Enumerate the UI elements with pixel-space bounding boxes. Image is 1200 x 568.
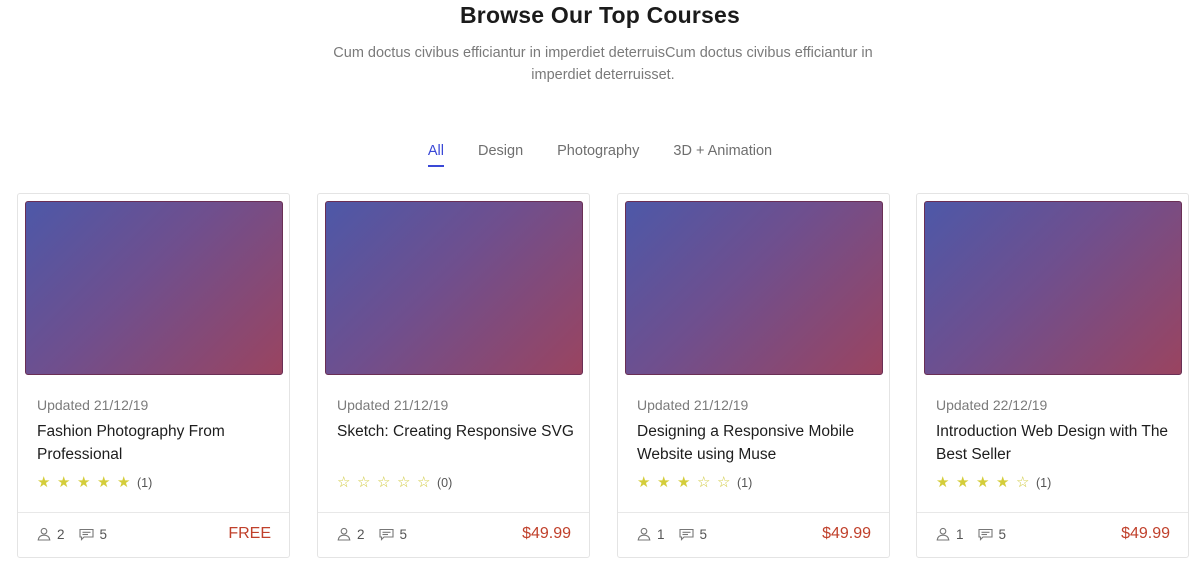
star-icon: ☆ — [397, 474, 411, 491]
card-footer: 1 5 $49.99 — [637, 525, 871, 543]
star-icon: ☆ — [337, 474, 351, 491]
star-icon: ☆ — [1016, 474, 1030, 491]
star-icon: ★ — [57, 474, 71, 491]
comments-count: 5 — [699, 526, 708, 542]
star-icon: ☆ — [377, 474, 391, 491]
comment-icon — [378, 528, 394, 541]
updated-date: Updated 21/12/19 — [337, 397, 449, 413]
rating: ★ ★ ★ ★ ★ (1) — [37, 475, 152, 491]
course-card[interactable]: Updated 21/12/19 Sketch: Creating Respon… — [317, 193, 590, 558]
comments-meta: 5 — [378, 526, 422, 542]
star-icon: ★ — [117, 474, 131, 491]
course-price: $49.99 — [1121, 525, 1170, 542]
course-title[interactable]: Designing a Responsive Mobile Website us… — [637, 420, 877, 466]
card-footer: 2 5 $49.99 — [337, 525, 571, 543]
students-count: 2 — [357, 526, 365, 542]
star-icon: ★ — [637, 474, 651, 491]
tab-3d-animation[interactable]: 3D + Animation — [673, 143, 772, 165]
star-icon: ★ — [37, 474, 51, 491]
card-divider — [318, 512, 589, 513]
comment-icon — [977, 528, 993, 541]
card-footer: 2 5 FREE — [37, 525, 271, 543]
user-icon — [936, 527, 950, 541]
rating: ★ ★ ★ ★ ☆ (1) — [936, 475, 1051, 491]
user-icon — [337, 527, 351, 541]
comments-meta: 5 — [678, 526, 722, 542]
course-title[interactable]: Sketch: Creating Responsive SVG — [337, 420, 577, 443]
rating: ★ ★ ★ ☆ ☆ (1) — [637, 475, 752, 491]
star-icon: ★ — [677, 474, 691, 491]
rating-count: (1) — [137, 476, 153, 490]
card-footer: 1 5 $49.99 — [936, 525, 1170, 543]
card-divider — [18, 512, 289, 513]
category-tabs: All Design Photography 3D + Animation — [0, 143, 1200, 167]
students-meta: 2 — [337, 527, 379, 542]
course-title[interactable]: Fashion Photography From Professional — [37, 420, 277, 466]
course-price: $49.99 — [522, 525, 571, 542]
star-icon: ★ — [77, 474, 91, 491]
students-count: 2 — [57, 526, 65, 542]
star-icon: ★ — [936, 474, 950, 491]
course-title[interactable]: Introduction Web Design with The Best Se… — [936, 420, 1176, 466]
course-grid: Updated 21/12/19 Fashion Photography Fro… — [17, 193, 1189, 558]
tab-design[interactable]: Design — [478, 143, 523, 165]
updated-date: Updated 21/12/19 — [37, 397, 149, 413]
course-price: FREE — [228, 525, 271, 542]
rating-stars: ★ ★ ★ ★ ☆ — [936, 475, 1036, 491]
students-meta: 2 — [37, 527, 79, 542]
students-count: 1 — [657, 526, 665, 542]
course-price: $49.99 — [822, 525, 871, 542]
comments-count: 5 — [399, 526, 408, 542]
comment-icon — [678, 528, 694, 541]
tab-all[interactable]: All — [427, 143, 445, 167]
course-card[interactable]: Updated 22/12/19 Introduction Web Design… — [916, 193, 1189, 558]
section-title: Browse Our Top Courses — [459, 2, 741, 28]
students-meta: 1 — [637, 527, 679, 542]
star-icon: ★ — [97, 474, 111, 491]
comments-count: 5 — [99, 526, 108, 542]
rating-stars: ★ ★ ★ ★ ★ — [37, 475, 137, 491]
course-thumbnail[interactable] — [924, 201, 1182, 375]
star-icon: ★ — [956, 474, 970, 491]
user-icon — [37, 527, 51, 541]
star-icon: ☆ — [717, 474, 731, 491]
star-icon: ★ — [976, 474, 990, 491]
rating-count: (0) — [437, 476, 453, 490]
star-icon: ★ — [996, 474, 1010, 491]
card-divider — [618, 512, 889, 513]
course-card[interactable]: Updated 21/12/19 Designing a Responsive … — [617, 193, 890, 558]
students-count: 1 — [956, 526, 964, 542]
star-icon: ☆ — [697, 474, 711, 491]
course-thumbnail[interactable] — [25, 201, 283, 375]
comments-meta: 5 — [78, 526, 122, 542]
course-thumbnail[interactable] — [325, 201, 583, 375]
comments-meta: 5 — [977, 526, 1021, 542]
rating-count: (1) — [1036, 476, 1052, 490]
course-thumbnail[interactable] — [625, 201, 883, 375]
comments-count: 5 — [998, 526, 1007, 542]
star-icon: ★ — [657, 474, 671, 491]
tab-photography[interactable]: Photography — [557, 143, 639, 165]
card-divider — [917, 512, 1188, 513]
comment-icon — [78, 528, 94, 541]
user-icon — [637, 527, 651, 541]
updated-date: Updated 21/12/19 — [637, 397, 749, 413]
updated-date: Updated 22/12/19 — [936, 397, 1048, 413]
star-icon: ☆ — [357, 474, 371, 491]
rating-count: (1) — [737, 476, 753, 490]
section-subtitle: Cum doctus civibus efficiantur in imperd… — [333, 45, 873, 83]
course-card[interactable]: Updated 21/12/19 Fashion Photography Fro… — [17, 193, 290, 558]
rating-stars: ★ ★ ★ ☆ ☆ — [637, 475, 737, 491]
star-icon: ☆ — [417, 474, 431, 491]
students-meta: 1 — [936, 527, 978, 542]
rating: ☆ ☆ ☆ ☆ ☆ (0) — [337, 475, 452, 491]
rating-stars: ☆ ☆ ☆ ☆ ☆ — [337, 475, 437, 491]
